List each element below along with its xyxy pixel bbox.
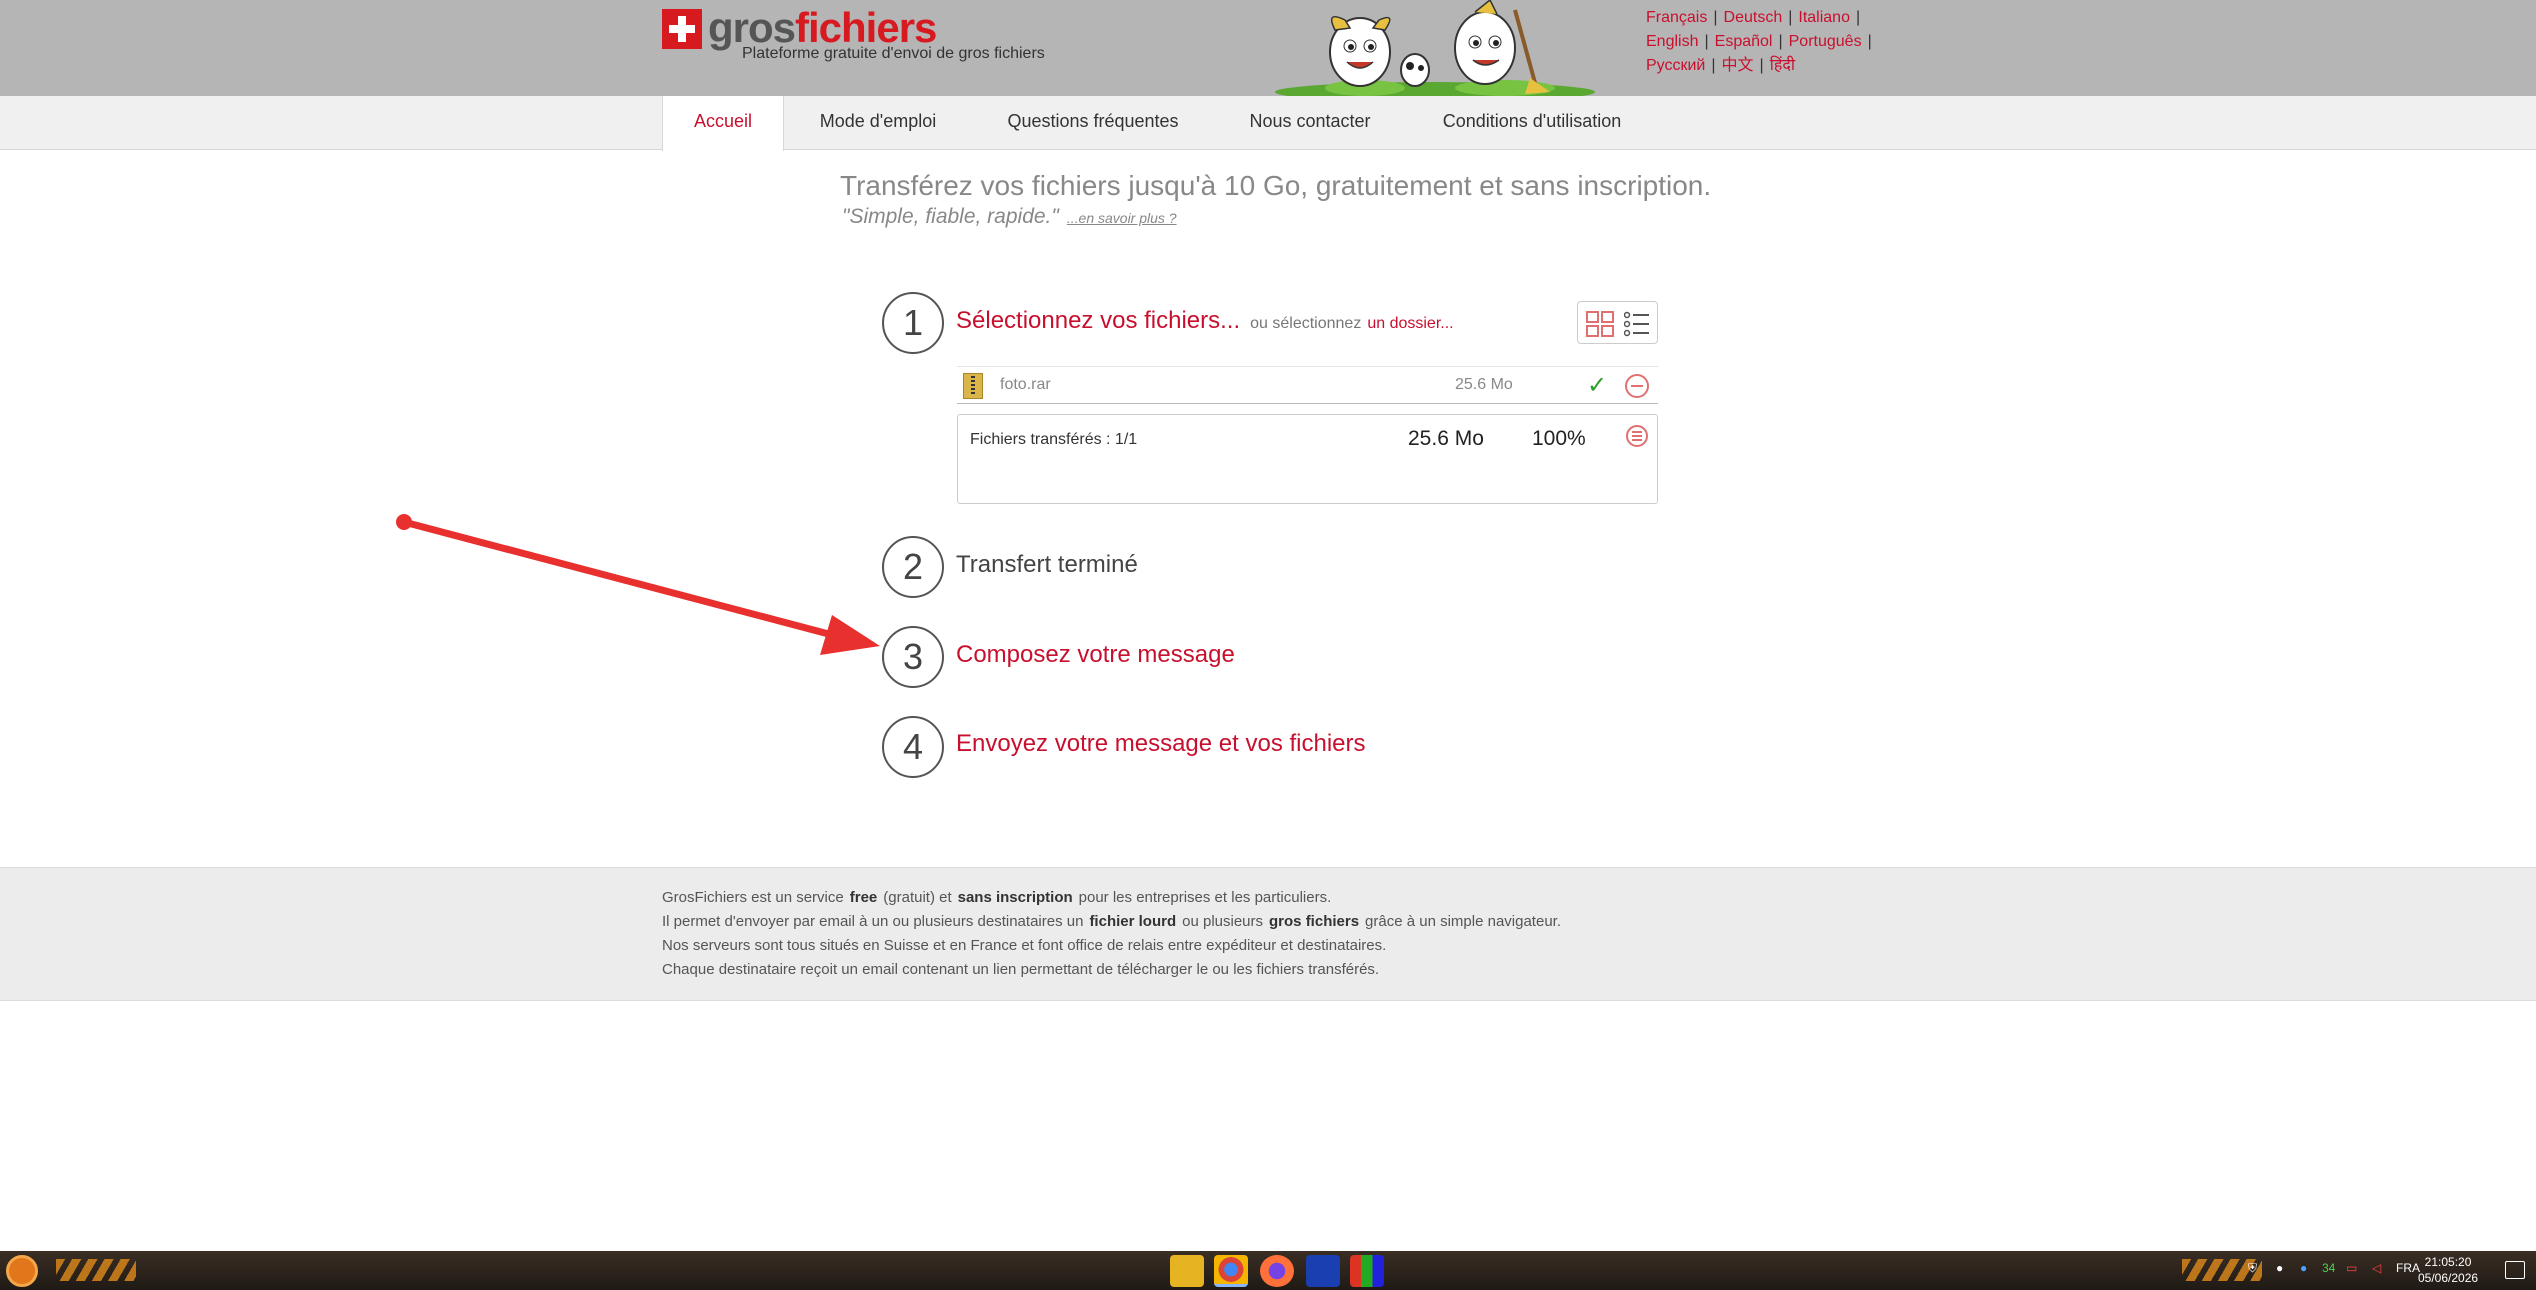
- lang-italian-link[interactable]: Italiano: [1798, 9, 1850, 26]
- hero-title: Transférez vos fichiers jusqu'à 10 Go, g…: [840, 170, 1712, 201]
- lang-chinese-link[interactable]: 中文: [1722, 57, 1754, 74]
- notification-icon[interactable]: [2505, 1261, 2525, 1279]
- swiss-flag-icon[interactable]: [662, 9, 702, 49]
- transfer-summary: Fichiers transférés : 1/1 25.6 Mo 100%: [957, 414, 1658, 504]
- hero-subtitle: "Simple, fiable, rapide." ...en savoir pl…: [842, 205, 1177, 228]
- main-nav: Accueil Mode d'emploi Questions fréquent…: [0, 96, 2536, 151]
- shield-icon[interactable]: ⛨: [2248, 1261, 2257, 1276]
- list-view-icon[interactable]: [1624, 311, 1650, 337]
- lang-english-link[interactable]: English: [1646, 33, 1698, 50]
- app-m-icon[interactable]: [1306, 1255, 1340, 1287]
- lang-spanish-link[interactable]: Español: [1715, 33, 1773, 50]
- remove-file-icon[interactable]: [1625, 374, 1649, 398]
- network-icon[interactable]: ▭: [2346, 1261, 2357, 1275]
- lang-hindi-link[interactable]: हिंदी: [1770, 57, 1795, 74]
- file-explorer-icon[interactable]: [1170, 1255, 1204, 1287]
- start-button[interactable]: [6, 1255, 38, 1287]
- language-selector: Français | Deutsch | Italiano | English | Españ…: [1646, 9, 1872, 74]
- water-icon[interactable]: ●: [2300, 1261, 2307, 1275]
- transfer-count: Fichiers transférés : 1/1: [970, 431, 1138, 448]
- mascots-illustration: [1275, 0, 1595, 96]
- step-3-label[interactable]: Composez votre message: [956, 641, 1235, 669]
- taskbar-decoration: [56, 1259, 136, 1281]
- learn-more-link[interactable]: ...en savoir plus ?: [1067, 210, 1177, 226]
- language-indicator[interactable]: FRA: [2396, 1261, 2420, 1275]
- select-files-link[interactable]: Sélectionnez vos fichiers...: [956, 307, 1240, 334]
- file-size: 25.6 Mo: [1455, 376, 1513, 393]
- select-folder-link[interactable]: un dossier...: [1367, 315, 1453, 332]
- chrome-icon[interactable]: [1214, 1255, 1248, 1287]
- lang-portuguese-link[interactable]: Português: [1789, 33, 1862, 50]
- file-row: foto.rar 25.6 Mo ✓: [957, 366, 1658, 404]
- lang-german-link[interactable]: Deutsch: [1724, 9, 1783, 26]
- os-taskbar: ⛨ ● ● 34 ▭ ◁ FRA 21:05:20 05/06/2026: [0, 1251, 2536, 1290]
- tab-accueil[interactable]: Accueil: [662, 96, 784, 151]
- site-header: grosfichiers Plateforme gratuite d'envoi…: [0, 0, 2536, 96]
- site-tagline: Plateforme gratuite d'envoi de gros fich…: [742, 45, 1045, 62]
- transfer-percent: 100%: [1532, 427, 1586, 450]
- file-name: foto.rar: [1000, 376, 1051, 393]
- menu-icon[interactable]: [1626, 425, 1648, 447]
- lang-russian-link[interactable]: Русский: [1646, 57, 1705, 74]
- grid-view-icon[interactable]: [1586, 311, 1614, 337]
- archive-file-icon: [963, 373, 983, 399]
- lang-french-link[interactable]: Français: [1646, 9, 1707, 26]
- transfer-total-size: 25.6 Mo: [1408, 427, 1484, 450]
- volume-icon[interactable]: ◁: [2372, 1261, 2381, 1275]
- step-1: Sélectionnez vos fichiers... ou sélection…: [956, 307, 1454, 334]
- tab-questions-frequentes[interactable]: Questions fréquentes: [990, 96, 1196, 150]
- drop-icon[interactable]: ●: [2276, 1261, 2283, 1275]
- step-4-label[interactable]: Envoyez votre message et vos fichiers: [956, 730, 1366, 758]
- check-icon: ✓: [1587, 372, 1608, 399]
- firefox-icon[interactable]: [1260, 1255, 1294, 1287]
- clock[interactable]: 21:05:20 05/06/2026: [2418, 1254, 2478, 1286]
- step-2-label: Transfert terminé: [956, 551, 1138, 578]
- view-toggle: [1577, 301, 1658, 344]
- step-1-number: 1: [882, 292, 944, 354]
- footer-text: GrosFichiers est un service free (gratuit)…: [662, 889, 1561, 978]
- tab-conditions[interactable]: Conditions d'utilisation: [1428, 96, 1636, 150]
- step-4-number: 4: [882, 716, 944, 778]
- tab-mode-emploi[interactable]: Mode d'emploi: [800, 96, 956, 150]
- tray-counter[interactable]: 34: [2322, 1261, 2335, 1275]
- archive-app-icon[interactable]: [1350, 1255, 1384, 1287]
- tab-nous-contacter[interactable]: Nous contacter: [1232, 96, 1388, 150]
- annotation-arrow-icon: [396, 514, 880, 655]
- site-footer: GrosFichiers est un service free (gratuit)…: [0, 867, 2536, 1001]
